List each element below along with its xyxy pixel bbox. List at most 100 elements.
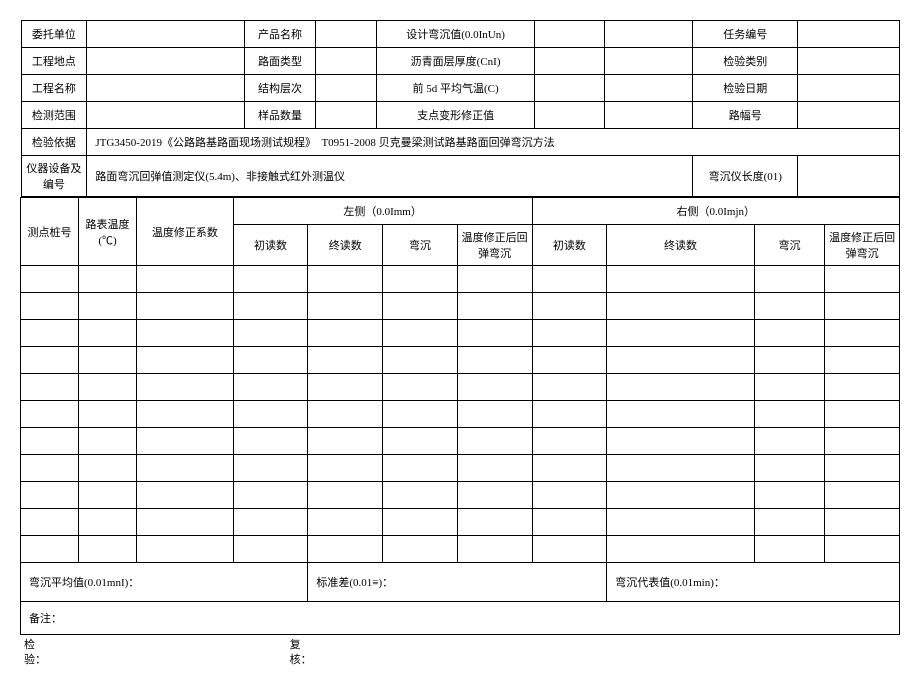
- data-cell[interactable]: [754, 509, 824, 536]
- data-cell[interactable]: [532, 455, 607, 482]
- data-cell[interactable]: [532, 509, 607, 536]
- data-cell[interactable]: [825, 320, 900, 347]
- data-cell[interactable]: [607, 428, 755, 455]
- data-cell[interactable]: [607, 293, 755, 320]
- data-cell[interactable]: [21, 401, 79, 428]
- meta-val[interactable]: [315, 21, 376, 48]
- data-cell[interactable]: [308, 401, 383, 428]
- data-cell[interactable]: [532, 482, 607, 509]
- data-cell[interactable]: [137, 401, 234, 428]
- data-cell[interactable]: [607, 455, 755, 482]
- data-cell[interactable]: [825, 536, 900, 563]
- data-cell[interactable]: [754, 455, 824, 482]
- data-cell[interactable]: [825, 509, 900, 536]
- meta-val[interactable]: [87, 102, 245, 129]
- meta-val[interactable]: [87, 21, 245, 48]
- data-cell[interactable]: [233, 536, 308, 563]
- data-cell[interactable]: [532, 293, 607, 320]
- data-cell[interactable]: [21, 455, 79, 482]
- data-cell[interactable]: [383, 347, 458, 374]
- data-cell[interactable]: [308, 266, 383, 293]
- length-val[interactable]: [798, 156, 899, 197]
- data-cell[interactable]: [457, 509, 532, 536]
- data-cell[interactable]: [607, 482, 755, 509]
- data-cell[interactable]: [137, 509, 234, 536]
- data-cell[interactable]: [137, 536, 234, 563]
- data-cell[interactable]: [79, 320, 137, 347]
- data-cell[interactable]: [79, 536, 137, 563]
- data-cell[interactable]: [79, 293, 137, 320]
- data-cell[interactable]: [21, 536, 79, 563]
- data-cell[interactable]: [532, 428, 607, 455]
- data-cell[interactable]: [79, 401, 137, 428]
- data-cell[interactable]: [532, 347, 607, 374]
- data-cell[interactable]: [233, 347, 308, 374]
- data-cell[interactable]: [21, 347, 79, 374]
- data-cell[interactable]: [754, 482, 824, 509]
- data-cell[interactable]: [607, 266, 755, 293]
- meta-val[interactable]: [87, 48, 245, 75]
- data-cell[interactable]: [21, 374, 79, 401]
- data-cell[interactable]: [21, 293, 79, 320]
- data-cell[interactable]: [137, 482, 234, 509]
- data-cell[interactable]: [233, 266, 308, 293]
- data-cell[interactable]: [457, 482, 532, 509]
- data-cell[interactable]: [308, 428, 383, 455]
- data-cell[interactable]: [79, 509, 137, 536]
- data-cell[interactable]: [79, 482, 137, 509]
- data-cell[interactable]: [532, 401, 607, 428]
- data-cell[interactable]: [21, 428, 79, 455]
- data-cell[interactable]: [233, 482, 308, 509]
- data-cell[interactable]: [308, 320, 383, 347]
- meta-val[interactable]: [315, 102, 376, 129]
- data-cell[interactable]: [457, 401, 532, 428]
- data-cell[interactable]: [308, 374, 383, 401]
- data-cell[interactable]: [754, 428, 824, 455]
- data-cell[interactable]: [233, 428, 308, 455]
- meta-val[interactable]: [798, 102, 899, 129]
- data-cell[interactable]: [137, 347, 234, 374]
- data-cell[interactable]: [607, 401, 755, 428]
- meta-val[interactable]: [535, 75, 605, 102]
- data-cell[interactable]: [607, 320, 755, 347]
- data-cell[interactable]: [457, 428, 532, 455]
- data-cell[interactable]: [532, 374, 607, 401]
- data-cell[interactable]: [457, 347, 532, 374]
- meta-val[interactable]: [535, 48, 605, 75]
- data-cell[interactable]: [383, 374, 458, 401]
- data-cell[interactable]: [532, 320, 607, 347]
- data-cell[interactable]: [825, 455, 900, 482]
- data-cell[interactable]: [21, 509, 79, 536]
- data-cell[interactable]: [457, 455, 532, 482]
- data-cell[interactable]: [754, 347, 824, 374]
- data-cell[interactable]: [308, 536, 383, 563]
- data-cell[interactable]: [79, 347, 137, 374]
- data-cell[interactable]: [383, 320, 458, 347]
- data-cell[interactable]: [137, 293, 234, 320]
- data-cell[interactable]: [754, 266, 824, 293]
- data-cell[interactable]: [383, 536, 458, 563]
- data-cell[interactable]: [825, 266, 900, 293]
- meta-val[interactable]: [798, 21, 899, 48]
- data-cell[interactable]: [607, 347, 755, 374]
- data-cell[interactable]: [233, 374, 308, 401]
- meta-val[interactable]: [315, 75, 376, 102]
- data-cell[interactable]: [607, 536, 755, 563]
- meta-val[interactable]: [798, 48, 899, 75]
- data-cell[interactable]: [233, 320, 308, 347]
- data-cell[interactable]: [825, 347, 900, 374]
- data-cell[interactable]: [457, 293, 532, 320]
- data-cell[interactable]: [754, 374, 824, 401]
- data-cell[interactable]: [825, 401, 900, 428]
- data-cell[interactable]: [308, 347, 383, 374]
- data-cell[interactable]: [825, 482, 900, 509]
- data-cell[interactable]: [137, 455, 234, 482]
- data-cell[interactable]: [137, 428, 234, 455]
- data-cell[interactable]: [383, 293, 458, 320]
- meta-val[interactable]: [87, 75, 245, 102]
- data-cell[interactable]: [233, 455, 308, 482]
- data-cell[interactable]: [79, 428, 137, 455]
- data-cell[interactable]: [308, 482, 383, 509]
- meta-val[interactable]: [535, 102, 605, 129]
- data-cell[interactable]: [233, 293, 308, 320]
